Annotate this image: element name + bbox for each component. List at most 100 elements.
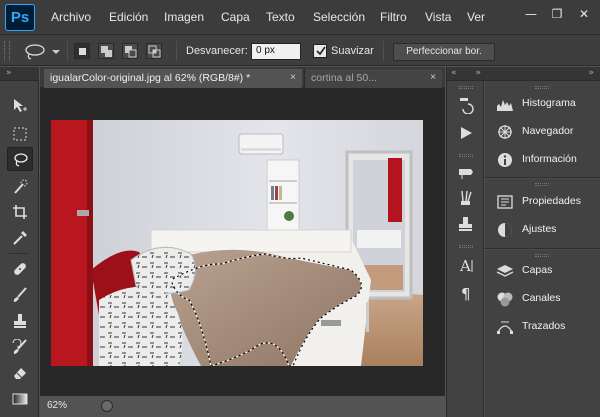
subtract-from-selection-button[interactable] [122, 43, 138, 59]
healing-tool[interactable] [7, 257, 33, 281]
panel-label: Información [522, 153, 577, 165]
dock-expand-icon[interactable]: «» [447, 67, 485, 81]
zoom-level[interactable]: 62% [47, 400, 67, 411]
paragraph-panel-button[interactable]: ¶ [455, 283, 477, 303]
separator [485, 177, 600, 179]
history-brush-icon [12, 339, 27, 354]
panel-propiedades[interactable]: Propiedades [485, 190, 600, 214]
spot-healing-icon [14, 263, 26, 275]
actions-panel-button[interactable] [455, 123, 477, 143]
eyedropper-tool[interactable] [7, 226, 33, 250]
histogram-icon [497, 100, 513, 111]
menu-texto[interactable]: Texto [266, 10, 295, 24]
panel-canales[interactable]: Canales [485, 287, 600, 311]
separator [383, 41, 384, 61]
intersect-selection-button[interactable] [146, 43, 162, 59]
status-bar: 62% [40, 395, 445, 417]
menu-seleccion[interactable]: Selección [313, 10, 365, 24]
photoshop-logo[interactable]: Ps [5, 4, 35, 31]
tool-presets-button[interactable] [455, 162, 477, 182]
canvas-area[interactable] [40, 88, 445, 395]
feather-label: Desvanecer: [186, 45, 248, 57]
panel-label: Ajustes [522, 223, 557, 235]
panels-collapse-icon[interactable]: » [485, 67, 600, 81]
menu-capa[interactable]: Capa [221, 10, 250, 24]
brush-presets-button[interactable] [455, 188, 477, 208]
eraser-tool[interactable] [7, 361, 33, 385]
quick-selection-tool[interactable] [7, 175, 33, 199]
close-tab-icon[interactable]: × [430, 69, 436, 87]
crop-icon [13, 205, 27, 219]
new-selection-button[interactable] [74, 43, 90, 59]
antialias-checkbox[interactable] [313, 44, 327, 58]
panel-navegador[interactable]: Navegador [485, 120, 600, 144]
move-tool[interactable] [7, 94, 33, 118]
minimize-button[interactable]: — [520, 5, 542, 23]
clone-source-button[interactable] [455, 214, 477, 234]
document-tab-active[interactable]: igualarColor-original.jpg al 62% (RGB/8#… [44, 69, 302, 88]
panel-grip[interactable] [459, 245, 473, 248]
history-icon [460, 98, 474, 114]
subtract-selection-icon [125, 46, 137, 58]
separator [176, 41, 177, 61]
panel-grip[interactable] [535, 183, 549, 186]
status-info-icon[interactable] [101, 400, 113, 412]
svg-text:A: A [459, 257, 471, 274]
menu-bar: Ps Archivo Edición Imagen Capa Texto Sel… [0, 0, 600, 34]
panel-grip[interactable] [535, 86, 549, 89]
panel-label: Canales [522, 292, 561, 304]
panel-ajustes[interactable]: Ajustes [485, 218, 600, 242]
document-image[interactable] [51, 120, 423, 366]
panel-trazados[interactable]: Trazados [485, 315, 600, 339]
tab-title: cortina al 50... [311, 72, 377, 84]
lasso-icon [14, 153, 28, 167]
history-panel-button[interactable] [455, 95, 477, 115]
actions-play-icon [461, 127, 472, 139]
toolbar-collapse-icon[interactable]: » [0, 67, 39, 81]
lasso-tool[interactable] [7, 147, 33, 171]
icon-dock: «» A ¶ [446, 67, 485, 417]
menu-filtro[interactable]: Filtro [380, 10, 407, 24]
close-tab-icon[interactable]: × [290, 69, 296, 87]
options-grip[interactable] [4, 41, 10, 61]
close-button[interactable]: ✕ [573, 5, 595, 23]
history-brush-tool[interactable] [7, 335, 33, 359]
refine-edge-button[interactable]: Perfeccionar bor. [393, 43, 495, 61]
marquee-tool[interactable] [7, 122, 33, 146]
panel-grip[interactable] [459, 86, 473, 89]
tool-preset-picker[interactable] [23, 42, 65, 62]
antialias-label: Suavizar [331, 45, 374, 57]
gradient-tool[interactable] [7, 387, 33, 411]
new-selection-icon [79, 48, 86, 55]
panel-grip[interactable] [459, 154, 473, 157]
adjustments-icon [498, 223, 512, 237]
clone-stamp-tool[interactable] [7, 309, 33, 333]
panel-informacion[interactable]: Información [485, 148, 600, 172]
info-icon [498, 153, 512, 167]
panel-label: Navegador [522, 125, 574, 137]
document-tab[interactable]: cortina al 50... × [304, 69, 442, 88]
menu-edicion[interactable]: Edición [109, 10, 148, 24]
menu-ventana[interactable]: Ver [467, 10, 485, 24]
paths-icon [497, 321, 513, 334]
feather-input[interactable]: 0 px [251, 43, 301, 60]
add-to-selection-button[interactable] [98, 43, 114, 59]
crop-tool[interactable] [7, 200, 33, 224]
brush-tool[interactable] [7, 283, 33, 307]
panel-grip[interactable] [535, 254, 549, 257]
restore-button[interactable]: ❐ [546, 5, 568, 23]
menu-imagen[interactable]: Imagen [164, 10, 204, 24]
clone-source-icon [459, 217, 472, 231]
panels-column: » Histograma Navegador Información Propi… [485, 67, 600, 417]
channels-icon [497, 292, 513, 307]
panel-histograma[interactable]: Histograma [485, 92, 600, 116]
menu-archivo[interactable]: Archivo [51, 10, 91, 24]
separator [9, 253, 29, 254]
brush-presets-icon [461, 190, 472, 205]
checkmark-icon [316, 46, 326, 56]
character-icon: A [459, 257, 473, 274]
options-bar: Desvanecer: 0 px Suavizar Perfeccionar b… [0, 34, 600, 66]
panel-capas[interactable]: Capas [485, 259, 600, 283]
character-panel-button[interactable]: A [455, 255, 477, 275]
menu-vista[interactable]: Vista [425, 10, 451, 24]
